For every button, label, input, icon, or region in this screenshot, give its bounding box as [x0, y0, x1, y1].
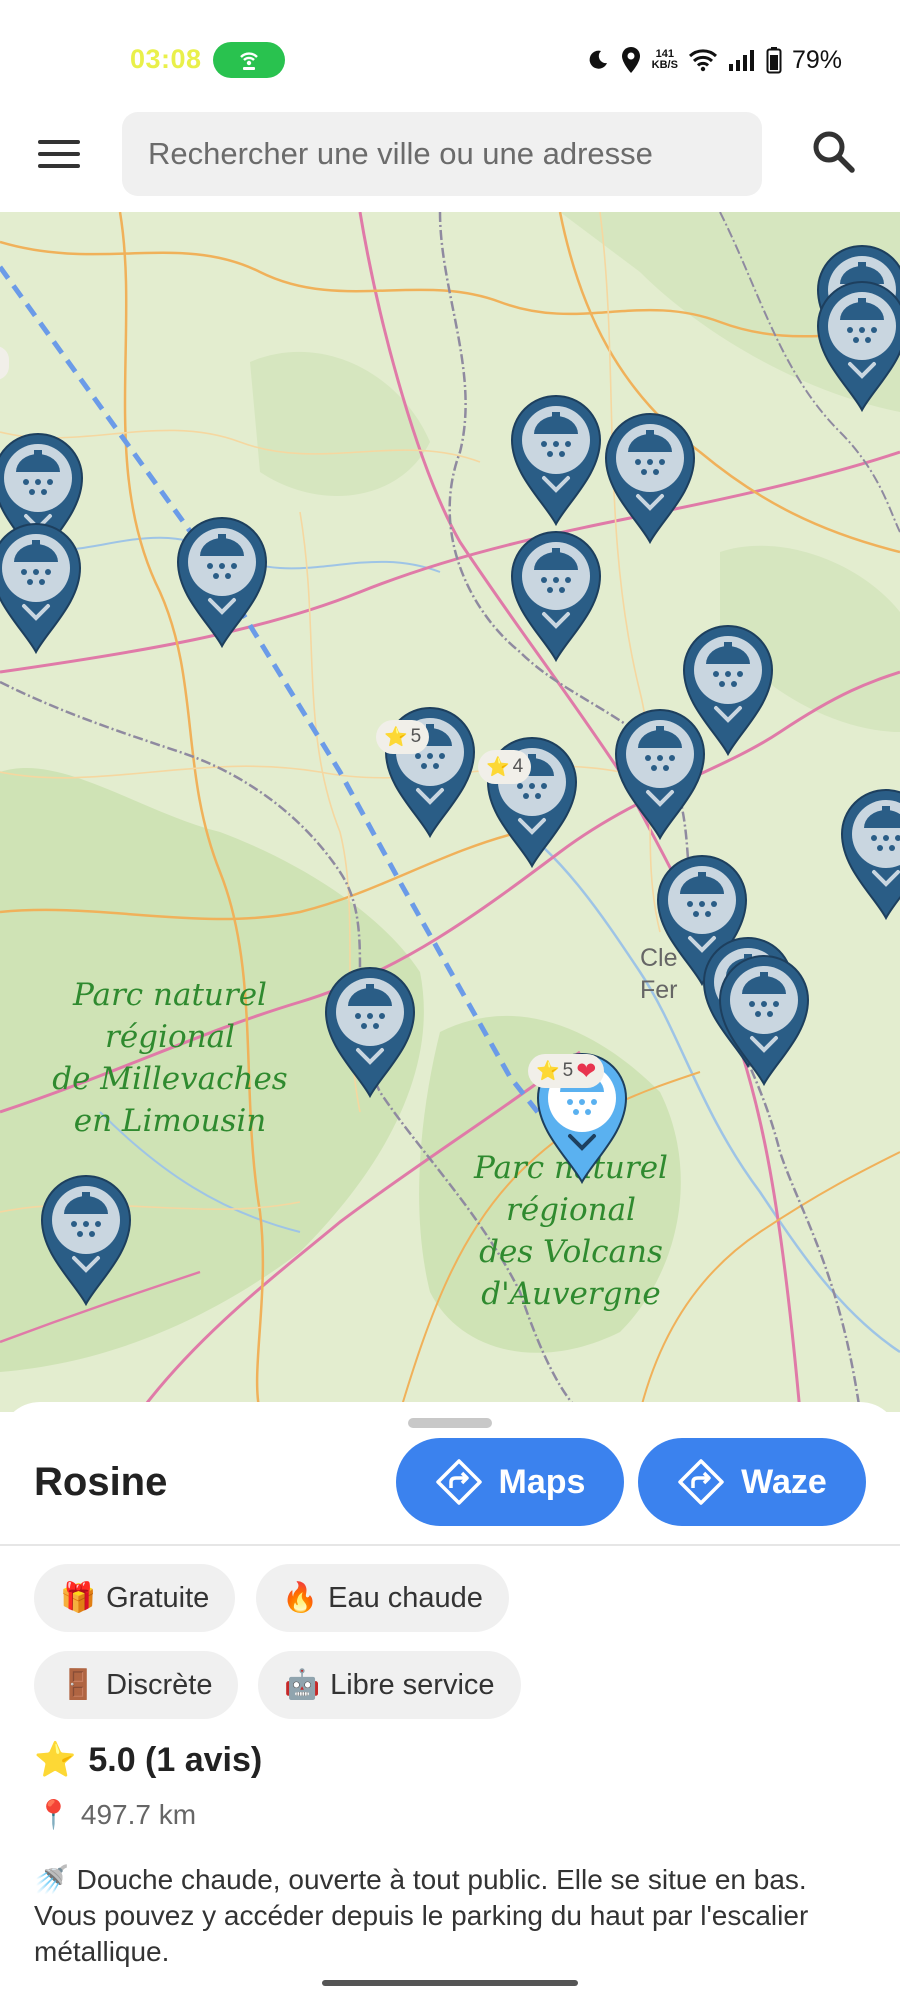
shower-pin-icon	[510, 395, 602, 527]
description: 🚿 Douche chaude, ouverte à tout public. …	[34, 1862, 874, 1970]
pin-rating-value: 5	[562, 1060, 574, 1081]
status-icons: 141 KB/S 79%	[586, 44, 842, 76]
park-label-line: Parc naturel	[73, 977, 267, 1013]
tag-chip-discrete: 🚪 Discrète	[34, 1651, 239, 1719]
shower-pin-icon	[324, 967, 416, 1099]
shower-pin-icon	[510, 531, 602, 663]
park-label-line: des Volcans	[479, 1234, 663, 1270]
description-text: Douche chaude, ouverte à tout public. El…	[34, 1864, 809, 1967]
search-field[interactable]	[122, 112, 762, 196]
battery-level: 79%	[791, 45, 842, 74]
shower-pin-icon	[0, 523, 82, 655]
shower-marker[interactable]	[38, 1172, 134, 1307]
chip-label: Discrète	[106, 1668, 213, 1701]
search-input[interactable]	[122, 112, 762, 196]
shower-pin-icon	[840, 789, 900, 921]
menu-icon-bar	[38, 140, 80, 144]
shower-pin-icon	[614, 709, 706, 841]
shower-marker[interactable]	[322, 964, 418, 1099]
selected-pin-rating-badge: ⭐ 5 ❤	[528, 1054, 605, 1088]
robot-icon: 🤖	[284, 1669, 321, 1701]
pin-icon: 📍	[36, 1799, 71, 1830]
chip-label: Gratuite	[106, 1581, 210, 1614]
distance-text: 497.7 km	[80, 1798, 197, 1830]
shower-marker[interactable]	[508, 392, 604, 527]
search-button[interactable]	[808, 126, 860, 178]
hotspot-icon	[240, 52, 258, 70]
star-icon: ⭐	[384, 727, 408, 748]
maps-button-label: Maps	[498, 1462, 586, 1501]
directions-icon	[435, 1459, 482, 1505]
park-label-millevaches: Parc naturel régional de Millevaches en …	[40, 974, 300, 1142]
shower-marker[interactable]	[508, 528, 604, 663]
sheet-drag-handle[interactable]	[408, 1418, 492, 1428]
place-details-sheet: Rosine Maps Waze 🎁 Gratuite 🔥 Eau chaude…	[0, 1402, 900, 2000]
door-icon: 🚪	[60, 1669, 97, 1701]
tag-chip-eau-chaude: 🔥 Eau chaude	[256, 1564, 509, 1632]
chip-label: Eau chaude	[328, 1581, 483, 1614]
moon-icon	[589, 50, 607, 69]
maps-button[interactable]: Maps	[396, 1438, 624, 1526]
status-bar: 03:08 141 KB/S 79%	[0, 0, 900, 100]
waze-button[interactable]: Waze	[638, 1438, 866, 1526]
park-label-line: régional	[105, 1019, 235, 1055]
place-name: Rosine	[34, 1460, 168, 1504]
pin-rating-value: 4	[512, 756, 524, 777]
park-label-line: d'Auvergne	[481, 1276, 661, 1312]
net-speed-unit: KB/S	[651, 59, 678, 71]
shower-marker[interactable]	[0, 520, 84, 655]
shower-marker[interactable]	[612, 706, 708, 841]
signal-icon	[728, 50, 754, 71]
chip-label: Libre service	[330, 1668, 495, 1701]
shower-marker[interactable]	[814, 278, 900, 413]
map-view[interactable]: Parc naturel régional de Millevaches en …	[0, 212, 900, 1412]
star-icon: ⭐	[486, 757, 510, 778]
star-icon: ⭐	[34, 1741, 77, 1779]
fire-icon: 🔥	[282, 1582, 319, 1614]
park-label-line: régional	[506, 1192, 636, 1228]
shower-pin-icon	[176, 517, 268, 649]
rating-text: 5.0 (1 avis)	[88, 1740, 263, 1779]
tag-chip-gratuite: 🎁 Gratuite	[34, 1564, 236, 1632]
home-indicator[interactable]	[322, 1980, 578, 1986]
directions-icon	[678, 1459, 724, 1505]
menu-button[interactable]	[38, 128, 90, 180]
status-time: 03:08	[130, 44, 202, 74]
park-label-line: en Limousin	[73, 1103, 267, 1139]
hotspot-indicator	[213, 42, 285, 78]
app-bar	[0, 100, 900, 212]
shower-icon: 🚿	[34, 1864, 69, 1895]
shower-pin-icon	[816, 281, 900, 413]
divider	[0, 1544, 900, 1546]
pin-rating-value: 5	[410, 726, 422, 747]
heart-icon: ❤	[576, 1057, 597, 1085]
menu-icon-bar	[38, 164, 80, 168]
shower-marker[interactable]	[174, 514, 270, 649]
shower-pin-icon	[40, 1175, 132, 1307]
star-icon: ⭐	[536, 1061, 560, 1082]
waze-button-label: Waze	[741, 1462, 827, 1501]
pin-rating-badge: ⭐ 5	[376, 720, 430, 754]
location-icon	[621, 47, 640, 73]
gift-icon: 🎁	[60, 1582, 97, 1614]
rating: ⭐ 5.0 (1 avis)	[34, 1740, 262, 1780]
shower-pin-icon	[604, 413, 696, 545]
net-speed: 141 KB/S	[652, 49, 678, 71]
shower-pin-icon	[718, 955, 810, 1087]
shower-marker[interactable]	[716, 952, 812, 1087]
shower-marker[interactable]	[838, 786, 900, 921]
wifi-icon	[688, 49, 717, 72]
pin-rating-badge: ⭐ 4	[478, 750, 532, 784]
battery-icon	[766, 47, 782, 74]
pin-rating-value: 5	[0, 352, 1, 374]
park-label-line: de Millevaches	[52, 1061, 288, 1097]
search-icon	[813, 131, 855, 173]
menu-icon-bar	[38, 152, 80, 156]
shower-marker[interactable]	[602, 410, 698, 545]
tag-chip-libre-service: 🤖 Libre service	[258, 1651, 521, 1719]
distance: 📍 497.7 km	[36, 1798, 196, 1831]
